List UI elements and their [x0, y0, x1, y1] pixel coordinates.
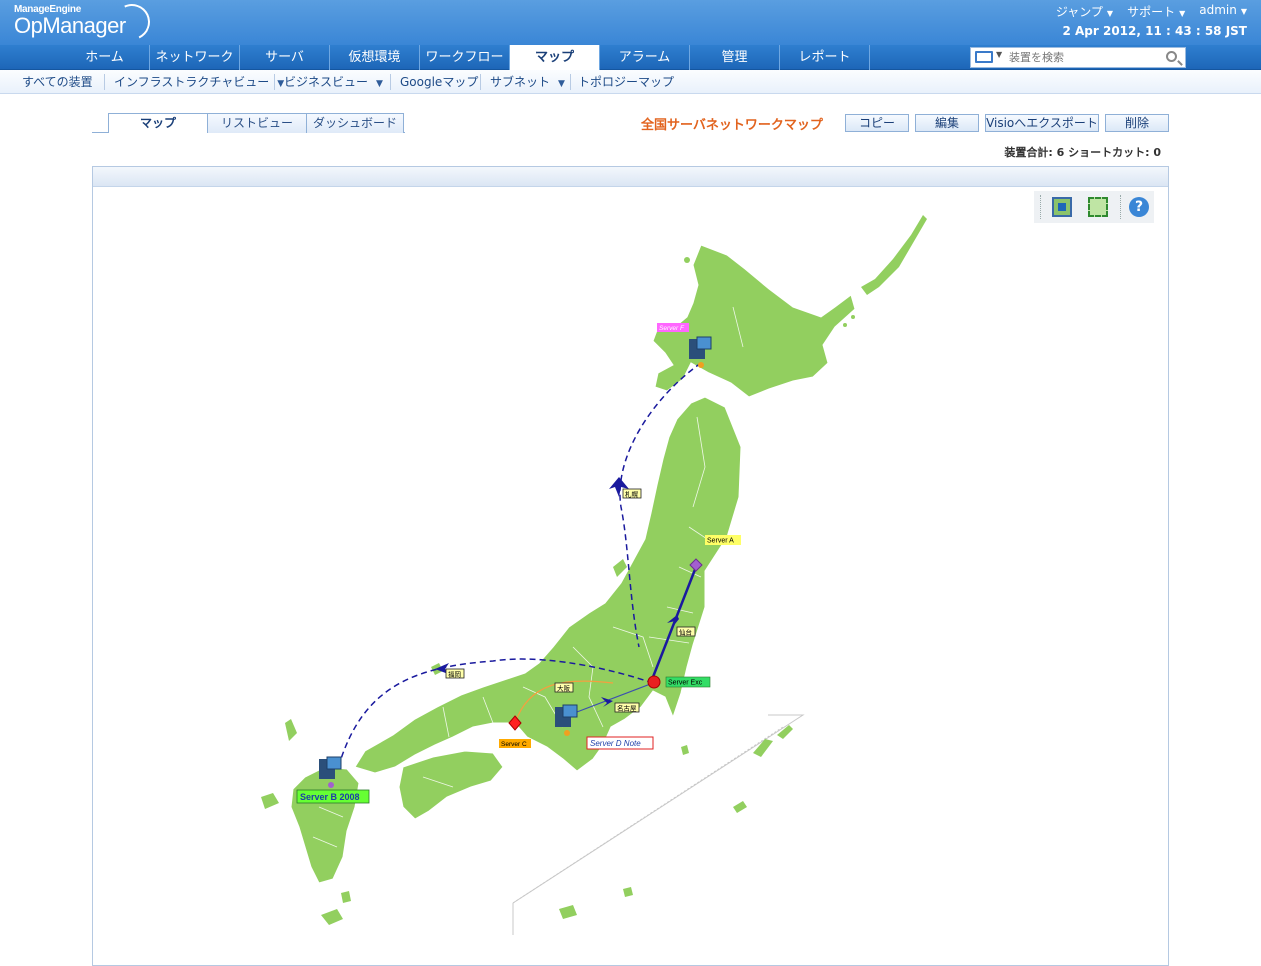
device-label: Server Exc: [668, 680, 703, 687]
link-label-fukuoka: 福岡: [448, 670, 461, 679]
app-logo[interactable]: ManageEngine OpManager: [14, 0, 156, 46]
tab-servers[interactable]: サーバ: [240, 45, 330, 70]
link-label-sapporo: 札幌: [625, 490, 639, 499]
device-label: Server D Note: [590, 739, 641, 748]
sub-nav: すべての装置 インフラストラクチャビュー ▼ ビジネスビュー ▼ Googleマップ…: [0, 70, 1261, 94]
shikoku-region: [398, 750, 504, 820]
device-label: Server B 2008: [300, 792, 360, 802]
subnav-subnet[interactable]: サブネット ▼: [490, 73, 565, 90]
kyushu-region: [290, 766, 360, 884]
sado-island: [613, 559, 627, 577]
south-island: [559, 905, 577, 919]
user-label: admin: [1199, 3, 1237, 17]
tab-home[interactable]: ホーム: [60, 45, 150, 70]
status-icon: [698, 362, 704, 368]
chevron-down-icon: ▼: [1106, 9, 1114, 18]
island: [851, 315, 855, 319]
subnav-business-view[interactable]: ビジネスビュー ▼: [284, 73, 383, 90]
izu-island: [681, 745, 689, 755]
island: [843, 323, 847, 327]
subnav-label: ビジネスビュー: [284, 75, 369, 89]
tab-reports[interactable]: レポート: [780, 45, 870, 70]
chevron-down-icon[interactable]: ▼: [996, 50, 1002, 59]
support-menu[interactable]: サポート ▼: [1127, 3, 1185, 20]
device-search: ▼: [970, 47, 1186, 68]
delete-button[interactable]: 削除: [1105, 114, 1169, 132]
tab-network[interactable]: ネットワーク: [150, 45, 240, 70]
divider: [570, 74, 571, 90]
tab-maps[interactable]: マップ: [510, 45, 600, 70]
link-label-sendai: 仙台: [679, 628, 692, 637]
user-menu[interactable]: admin ▼: [1199, 3, 1247, 20]
top-header: ManageEngine OpManager ジャンプ ▼ サポート ▼ admin…: [0, 0, 1261, 46]
south-island: [321, 909, 343, 925]
subnav-label: サブネット: [490, 75, 551, 89]
tab-virtual[interactable]: 仮想環境: [330, 45, 420, 70]
chevron-down-icon: ▼: [1179, 9, 1186, 18]
view-tab-dashboard[interactable]: ダッシュボード: [306, 113, 404, 133]
device-server-exc[interactable]: Server Exc: [647, 675, 711, 689]
status-icon: [328, 782, 334, 788]
top-menu: ジャンプ ▼ サポート ▼ admin ▼: [1056, 3, 1247, 20]
tab-admin[interactable]: 管理: [690, 45, 780, 70]
kuril-islands: [861, 215, 927, 295]
okinawa-island: [733, 801, 747, 813]
product-name: OpManager: [14, 13, 126, 38]
search-input[interactable]: [1009, 50, 1149, 65]
device-label: Server A: [707, 538, 734, 545]
tsushima-island: [285, 719, 297, 741]
japan-map: Server F Server A Server Exc Server C Se…: [261, 215, 927, 935]
jump-menu[interactable]: ジャンプ ▼: [1056, 3, 1113, 20]
subnav-label: インフラストラクチャビュー: [114, 75, 270, 89]
subnav-all-devices[interactable]: すべての装置: [22, 73, 93, 90]
support-label: サポート: [1127, 5, 1176, 19]
link-label-nagoya: 名古屋: [617, 704, 637, 713]
server-icon: [326, 756, 342, 770]
divider: [274, 74, 275, 90]
south-island: [623, 887, 633, 897]
monitor-icon[interactable]: [975, 51, 993, 63]
search-icon[interactable]: [1166, 51, 1177, 62]
current-datetime: 2 Apr 2012, 11 : 43 : 58 JST: [1062, 24, 1247, 38]
device-counts: 装置合計: 6 ショートカット: 0: [1004, 146, 1161, 159]
tab-alarms[interactable]: アラーム: [600, 45, 690, 70]
jump-label: ジャンプ: [1055, 5, 1103, 19]
server-icon: [562, 704, 578, 718]
divider: [390, 74, 391, 90]
okinawa-island: [753, 739, 773, 757]
divider: [480, 74, 481, 90]
device-label: Server F: [659, 325, 685, 332]
red-dot-icon[interactable]: [647, 675, 661, 689]
status-icon: [564, 730, 570, 736]
main-nav: ホーム ネットワーク サーバ 仮想環境 ワークフロー マップ アラーム 管理 レ…: [0, 45, 1261, 70]
chevron-down-icon: ▼: [558, 79, 565, 89]
link-label-osaka: 大阪: [557, 684, 571, 693]
device-label: Server C: [501, 741, 527, 748]
server-icon: [696, 336, 712, 350]
goto-island: [261, 793, 279, 809]
island: [684, 257, 690, 263]
copy-button[interactable]: コピー: [845, 114, 909, 132]
map-title: 全国サーバネットワークマップ: [641, 118, 823, 133]
subnav-infrastructure-view[interactable]: インフラストラクチャビュー ▼: [114, 73, 284, 90]
divider: [104, 74, 105, 90]
subnav-topology-map[interactable]: トポロジーマップ: [578, 73, 674, 90]
edit-button[interactable]: 編集: [915, 114, 979, 132]
chevron-down-icon: ▼: [1240, 7, 1247, 16]
export-visio-button[interactable]: Visioへエクスポート: [985, 114, 1099, 132]
view-tab-list[interactable]: リストビュー: [207, 113, 307, 133]
south-island: [341, 891, 351, 903]
hokkaido-region: [652, 244, 856, 398]
chevron-down-icon: ▼: [376, 79, 383, 89]
view-tab-map[interactable]: マップ: [108, 113, 208, 133]
tab-workflow[interactable]: ワークフロー: [420, 45, 510, 70]
honshu-region: [354, 396, 742, 774]
subnav-google-map[interactable]: Googleマップ: [400, 73, 478, 90]
map-panel: ? Server F Server A Server Exc Server C …: [92, 166, 1169, 966]
